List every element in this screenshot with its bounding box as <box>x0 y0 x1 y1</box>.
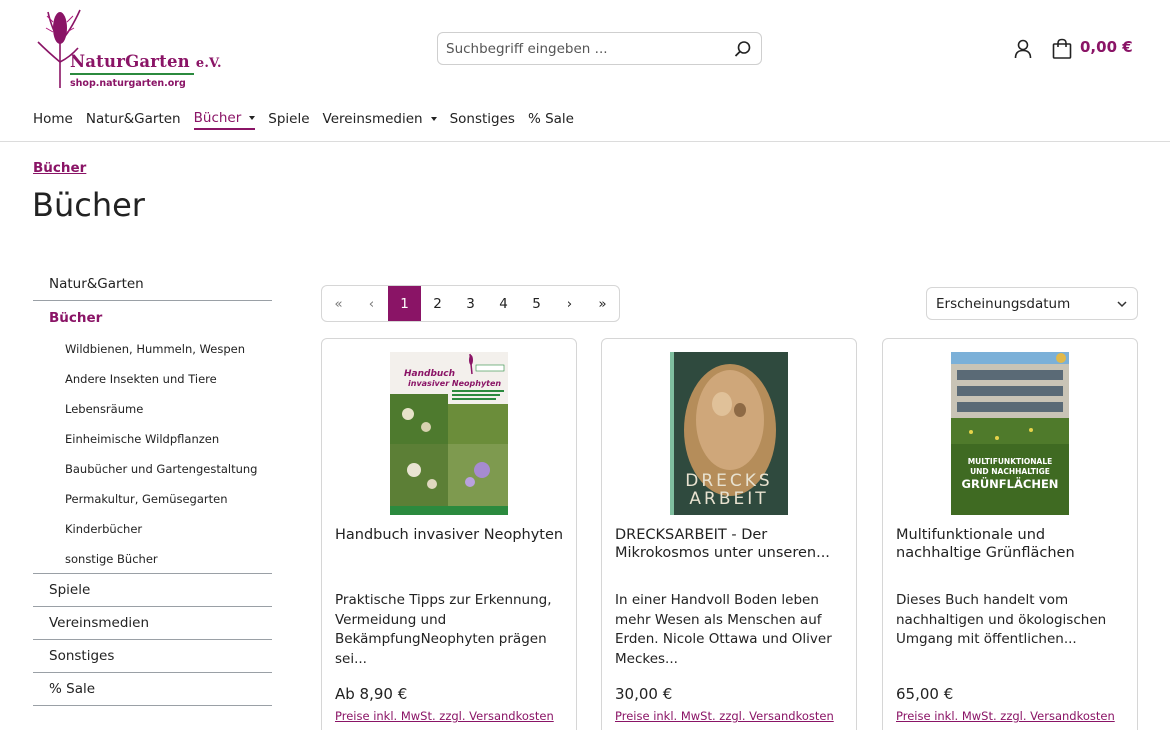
header-divider <box>0 141 1170 142</box>
nav-label: Home <box>33 111 73 127</box>
breadcrumb[interactable]: Bücher <box>33 160 86 176</box>
pagination-page-button[interactable]: 2 <box>421 286 454 321</box>
product-card[interactable]: Handbuch invasiver Neophyten Handbuch in… <box>321 338 577 730</box>
pagination-page-button[interactable]: 1 <box>388 286 421 321</box>
search-icon[interactable] <box>733 39 753 59</box>
cover-title-line: UND NACHHALTIGE <box>970 467 1050 476</box>
search-input[interactable] <box>446 40 733 57</box>
product-description: Praktische Tipps zur Erkennung, Vermeidu… <box>335 592 552 667</box>
sidebar-item-natur-garten[interactable]: Natur&Garten <box>33 268 272 301</box>
nav-label: Sonstiges <box>449 111 515 127</box>
sidebar-subitem[interactable]: Andere Insekten und Tiere <box>33 364 272 394</box>
sidebar-item-spiele[interactable]: Spiele <box>33 574 272 607</box>
nav-label: Vereinsmedien <box>322 111 423 127</box>
sidebar-subitem[interactable]: Kinderbücher <box>33 514 272 544</box>
sidebar-item-sale[interactable]: % Sale <box>33 673 272 706</box>
account-icon[interactable] <box>1012 38 1034 60</box>
nav-item-vereinsmedien[interactable]: Vereinsmedien <box>323 110 437 130</box>
product-name[interactable]: Handbuch invasiver Neophyten <box>335 526 565 544</box>
nav-label: Bücher <box>193 110 242 126</box>
logo-wordmark: NaturGarten e.V. <box>70 52 222 71</box>
product-price: 30,00 € <box>615 685 673 703</box>
cover-title-line: Handbuch <box>404 369 455 379</box>
pagination-page-button[interactable]: 4 <box>487 286 520 321</box>
logo-url: shop.naturgarten.org <box>70 78 186 89</box>
cover-title-line: MULTIFUNKTIONALE <box>968 457 1053 466</box>
sidebar-subitem[interactable]: Permakultur, Gemüsegarten <box>33 484 272 514</box>
logo-underline <box>70 73 194 75</box>
pagination-next-button[interactable]: › <box>553 286 586 321</box>
page-title: Bücher <box>32 186 145 224</box>
cover-title-line: ARBEIT <box>689 489 768 509</box>
product-name[interactable]: DRECKSARBEIT - Der Mikrokosmos unter uns… <box>615 526 845 562</box>
pagination-last-button[interactable]: » <box>586 286 619 321</box>
chevron-down-icon <box>1117 300 1127 307</box>
sidebar-subitem[interactable]: Einheimische Wildpflanzen <box>33 424 272 454</box>
book-cover-image[interactable]: DRECKS ARBEIT <box>670 352 788 515</box>
product-card[interactable]: DRECKS ARBEIT DRECKSARBEIT - Der Mikroko… <box>601 338 857 730</box>
search-box[interactable] <box>437 32 762 65</box>
product-card[interactable]: MULTIFUNKTIONALE UND NACHHALTIGE GRÜNFLÄ… <box>882 338 1138 730</box>
sidebar-item-buecher[interactable]: Bücher <box>33 301 272 334</box>
teasel-logo-icon <box>37 9 81 88</box>
nav-label: Natur&Garten <box>85 111 181 127</box>
sort-selected-value: Erscheinungsdatum <box>936 295 1071 312</box>
vat-shipping-link[interactable]: Preise inkl. MwSt. zzgl. Versandkosten <box>335 709 554 723</box>
pagination-first-button[interactable]: « <box>322 286 355 321</box>
nav-item-buecher[interactable]: Bücher <box>193 110 256 130</box>
product-description: In einer Handvoll Boden leben mehr Wesen… <box>615 592 832 667</box>
sidebar-item-sonstiges[interactable]: Sonstiges <box>33 640 272 673</box>
product-price: 65,00 € <box>896 685 954 703</box>
pagination: « ‹ 1 2 3 4 5 › » <box>321 285 620 322</box>
product-name[interactable]: Multifunktionale und nachhaltige Grünflä… <box>896 526 1126 562</box>
sidebar-subitem[interactable]: Wildbienen, Hummeln, Wespen <box>33 334 272 364</box>
cover-title-line: GRÜNFLÄCHEN <box>962 476 1059 491</box>
chevron-down-icon <box>249 116 256 120</box>
pagination-prev-button[interactable]: ‹ <box>355 286 388 321</box>
category-sidebar: Natur&Garten Bücher Wildbienen, Hummeln,… <box>33 268 272 706</box>
product-description: Dieses Buch handelt vom nachhaltigen und… <box>896 592 1107 647</box>
nav-item-sale[interactable]: % Sale <box>528 110 574 130</box>
vat-shipping-link[interactable]: Preise inkl. MwSt. zzgl. Versandkosten <box>896 709 1115 723</box>
cover-title-line: invasiver Neophyten <box>408 379 501 388</box>
site-logo[interactable]: NaturGarten e.V. shop.naturgarten.org <box>30 2 222 90</box>
nav-item-home[interactable]: Home <box>33 110 73 130</box>
sidebar-item-vereinsmedien[interactable]: Vereinsmedien <box>33 607 272 640</box>
main-nav: Home Natur&Garten Bücher Spiele Vereinsm… <box>33 110 587 130</box>
nav-item-natur-garten[interactable]: Natur&Garten <box>86 110 181 130</box>
sort-select[interactable]: Erscheinungsdatum <box>926 287 1138 320</box>
nav-item-sonstiges[interactable]: Sonstiges <box>450 110 515 130</box>
nav-label: % Sale <box>527 111 574 127</box>
cover-title-line: DRECKS <box>685 471 772 491</box>
chevron-down-icon <box>430 117 437 121</box>
pagination-page-button[interactable]: 5 <box>520 286 553 321</box>
sidebar-subitem[interactable]: Baubücher und Gartengestaltung <box>33 454 272 484</box>
sidebar-subitem[interactable]: sonstige Bücher <box>33 544 272 574</box>
nav-item-spiele[interactable]: Spiele <box>268 110 309 130</box>
sidebar-subitem[interactable]: Lebensräume <box>33 394 272 424</box>
cart-total[interactable]: 0,00 € <box>1080 38 1133 56</box>
book-cover-image[interactable]: Handbuch invasiver Neophyten <box>390 352 508 515</box>
book-cover-image[interactable]: MULTIFUNKTIONALE UND NACHHALTIGE GRÜNFLÄ… <box>951 352 1069 515</box>
nav-label: Spiele <box>268 111 310 127</box>
cart-icon[interactable] <box>1050 37 1074 61</box>
vat-shipping-link[interactable]: Preise inkl. MwSt. zzgl. Versandkosten <box>615 709 834 723</box>
pagination-page-button[interactable]: 3 <box>454 286 487 321</box>
product-price: Ab 8,90 € <box>335 685 408 703</box>
